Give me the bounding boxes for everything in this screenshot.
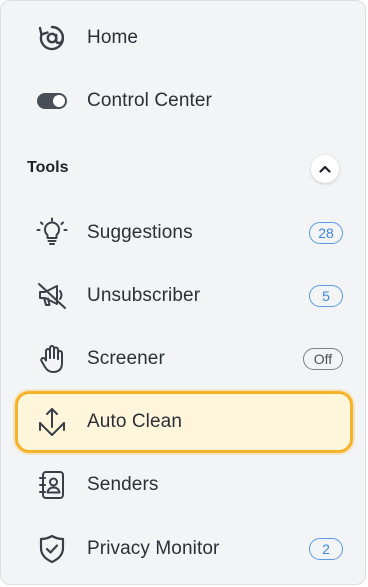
sidebar-item-senders[interactable]: Senders bbox=[15, 456, 353, 514]
sidebar-item-label: Control Center bbox=[87, 90, 212, 111]
count-badge: 28 bbox=[309, 222, 343, 244]
sidebar-panel: Home Control Center Tools Suggestions 28… bbox=[0, 0, 366, 585]
sidebar-item-label: Senders bbox=[87, 474, 159, 495]
toggle-icon bbox=[35, 84, 69, 118]
hand-icon bbox=[35, 342, 69, 376]
sidebar-item-screener[interactable]: Screener Off bbox=[15, 330, 353, 388]
status-badge: Off bbox=[303, 348, 343, 370]
sidebar-item-auto-clean[interactable]: Auto Clean bbox=[15, 391, 353, 453]
count-badge: 2 bbox=[309, 538, 343, 560]
sidebar-item-label: Auto Clean bbox=[87, 411, 183, 432]
sidebar-item-suggestions[interactable]: Suggestions 28 bbox=[15, 204, 353, 262]
sidebar-item-label: Suggestions bbox=[87, 222, 193, 243]
sidebar-item-label: Screener bbox=[87, 348, 165, 369]
tools-section-title: Tools bbox=[27, 159, 69, 176]
tools-collapse-button[interactable] bbox=[311, 155, 339, 183]
contacts-book-icon bbox=[35, 468, 69, 502]
sidebar-item-label: Unsubscriber bbox=[87, 285, 201, 306]
sidebar-item-unsubscriber[interactable]: Unsubscriber 5 bbox=[15, 267, 353, 325]
chevron-up-icon bbox=[319, 165, 331, 173]
sidebar-item-label: Home bbox=[87, 27, 139, 48]
at-sync-icon bbox=[35, 21, 69, 55]
count-badge: 5 bbox=[309, 285, 343, 307]
shield-check-icon bbox=[35, 532, 69, 566]
lightbulb-icon bbox=[35, 216, 69, 250]
sidebar-item-control-center[interactable]: Control Center bbox=[15, 72, 353, 130]
sidebar-item-privacy-monitor[interactable]: Privacy Monitor 2 bbox=[15, 520, 353, 578]
sidebar-item-label: Privacy Monitor bbox=[87, 538, 220, 559]
sweep-arrows-icon bbox=[35, 405, 69, 439]
sidebar-item-home[interactable]: Home bbox=[15, 9, 353, 67]
muted-megaphone-icon bbox=[35, 279, 69, 313]
